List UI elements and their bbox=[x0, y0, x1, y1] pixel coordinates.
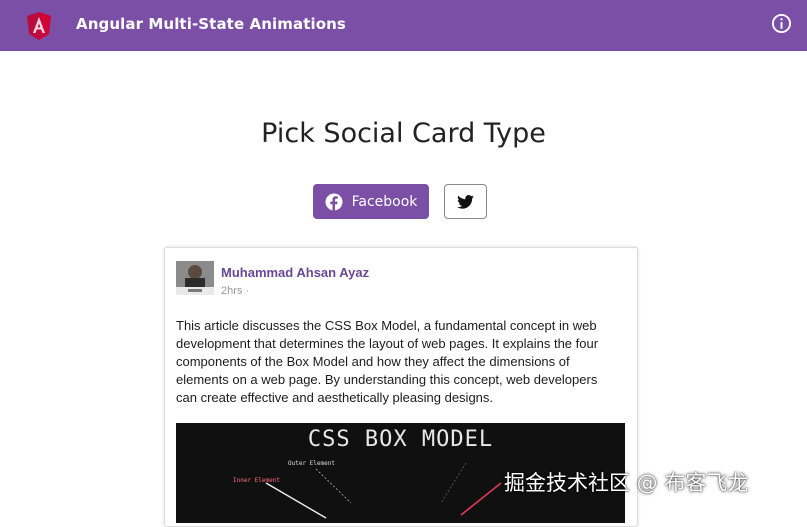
post-text: This article discusses the CSS Box Model… bbox=[176, 318, 599, 405]
twitter-button[interactable] bbox=[444, 184, 487, 219]
angular-logo-icon bbox=[27, 12, 51, 40]
watermark: 掘金技术社区 @ 布客飞龙 bbox=[504, 471, 749, 495]
page-heading: Pick Social Card Type bbox=[261, 118, 546, 149]
facebook-icon bbox=[325, 193, 343, 211]
app-toolbar: Angular Multi-State Animations bbox=[0, 0, 807, 51]
post-time-separator: · bbox=[245, 285, 250, 297]
facebook-button-label: Facebook bbox=[351, 193, 418, 210]
post-time: 2hrs · bbox=[221, 285, 249, 297]
post-time-value: 2hrs bbox=[221, 285, 243, 297]
facebook-button[interactable]: Facebook bbox=[313, 184, 429, 219]
avatar bbox=[176, 261, 214, 295]
info-icon[interactable] bbox=[771, 13, 792, 34]
twitter-icon bbox=[457, 194, 474, 209]
author-name[interactable]: Muhammad Ahsan Ayaz bbox=[221, 265, 369, 280]
app-title: Angular Multi-State Animations bbox=[76, 15, 346, 33]
